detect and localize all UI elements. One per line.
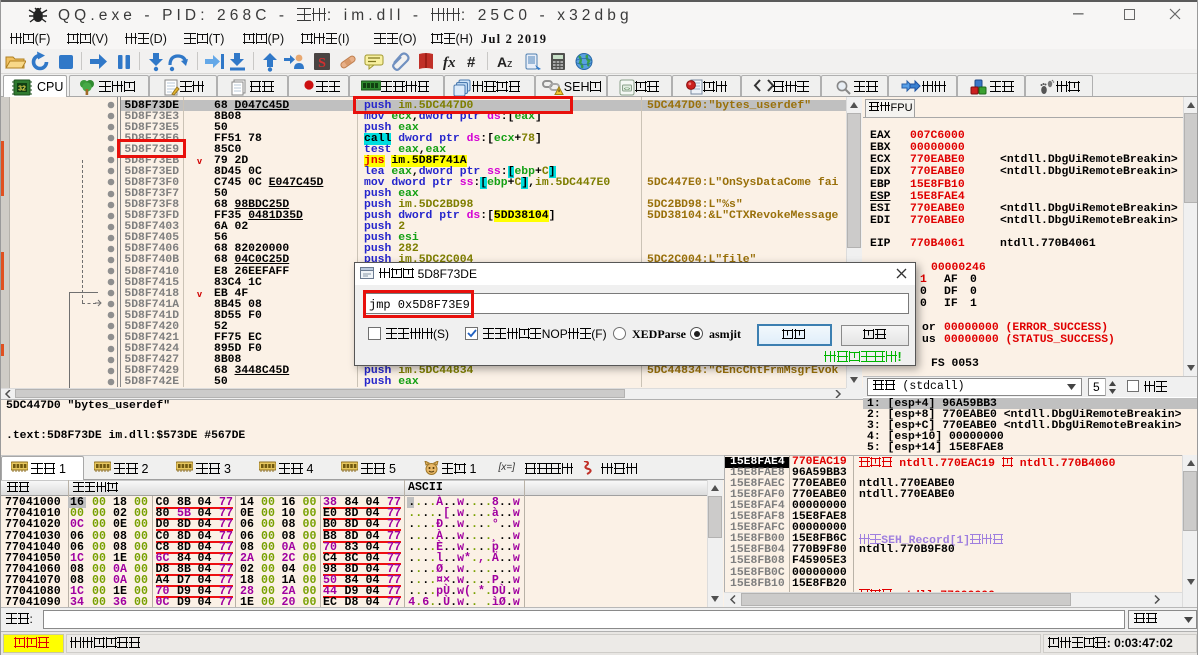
svg-text:32: 32	[18, 86, 26, 93]
svg-text:<>: <>	[624, 86, 630, 92]
svg-text:z: z	[507, 58, 513, 70]
svg-text:#: #	[467, 54, 476, 71]
svg-text:S: S	[318, 56, 326, 71]
svg-text:A: A	[497, 54, 507, 70]
svg-text:fx: fx	[443, 55, 456, 71]
